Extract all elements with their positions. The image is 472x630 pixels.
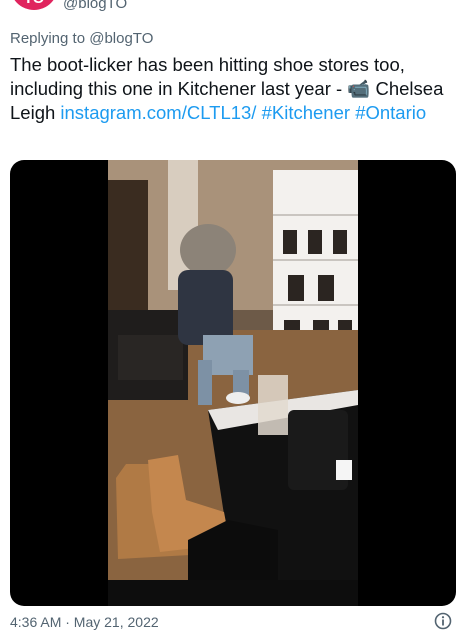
replying-prefix: Replying to bbox=[10, 30, 86, 47]
replying-to-line: Replying to @blogTO bbox=[10, 30, 153, 47]
tweet-header: TO @blogTO bbox=[0, 0, 472, 14]
video-camera-icon: 📹 bbox=[347, 78, 371, 99]
reply-mention-link[interactable]: @blogTO bbox=[89, 30, 153, 47]
video-player[interactable] bbox=[10, 160, 456, 606]
author-avatar[interactable]: TO bbox=[10, 0, 58, 10]
hashtag-ontario[interactable]: #Ontario bbox=[355, 102, 426, 123]
instagram-link[interactable]: instagram.com/CLTL13/ bbox=[60, 102, 256, 123]
video-frame bbox=[108, 160, 358, 606]
tweet-timestamp[interactable]: 4:36 AM · May 21, 2022 bbox=[10, 614, 159, 630]
hashtag-kitchener[interactable]: #Kitchener bbox=[262, 102, 350, 123]
author-handle[interactable]: @blogTO bbox=[63, 0, 127, 12]
tweet-text: The boot-licker has been hitting shoe st… bbox=[10, 53, 462, 125]
tweet-body: The boot-licker has been hitting shoe st… bbox=[10, 54, 405, 99]
info-icon[interactable] bbox=[434, 612, 452, 630]
